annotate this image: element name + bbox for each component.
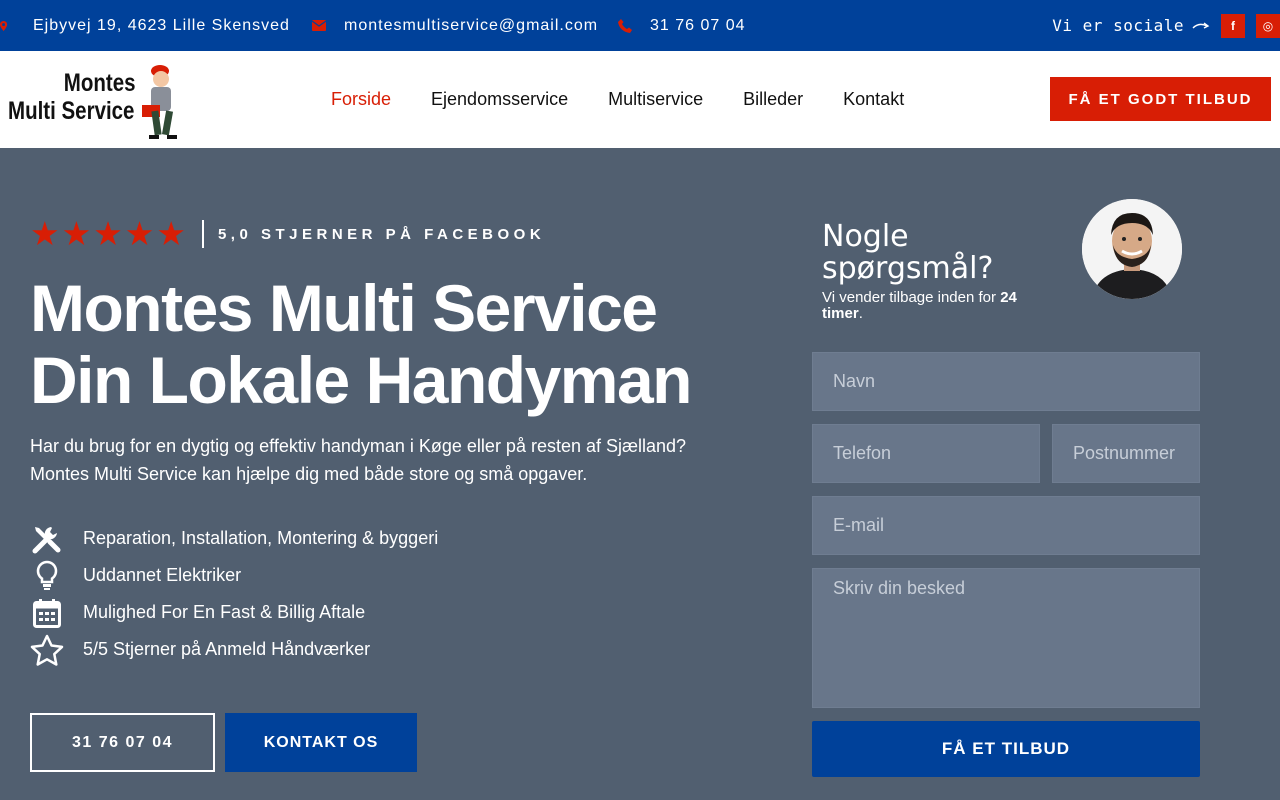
phone-item[interactable]: 31 76 07 04 bbox=[618, 17, 746, 35]
form-subtitle: Vi vender tilbage inden for 24 timer. bbox=[822, 290, 1047, 322]
logo-line-2: Multi Service bbox=[8, 97, 135, 125]
facebook-icon[interactable]: f bbox=[1221, 13, 1245, 38]
nav-billeder[interactable]: Billeder bbox=[743, 89, 803, 110]
contact-button[interactable]: KONTAKT OS bbox=[225, 713, 417, 772]
main-nav: Forside Ejendomsservice Multiservice Bil… bbox=[331, 51, 944, 148]
logo-line-1: Montes bbox=[63, 69, 136, 97]
feature-text: Reparation, Installation, Montering & by… bbox=[83, 528, 439, 548]
form-title-line-1: Nogle bbox=[822, 219, 909, 254]
phone-icon bbox=[618, 18, 632, 33]
logo[interactable]: Montes Multi Service bbox=[8, 63, 183, 141]
hero-title-line-1: Montes Multi Service bbox=[30, 271, 658, 345]
hero-description-line-2: Montes Multi Service kan hjælpe dig med … bbox=[30, 464, 588, 484]
arrow-icon bbox=[1192, 21, 1210, 29]
list-item: 5/5 Stjerner på Anmeld Håndværker bbox=[30, 631, 438, 668]
avatar bbox=[1082, 199, 1182, 299]
feature-list: Reparation, Installation, Montering & by… bbox=[30, 520, 438, 668]
form-title-line-2: spørgsmål? bbox=[822, 251, 994, 286]
handyman-mascot-icon bbox=[142, 65, 177, 139]
form-title: Nogle spørgsmål? bbox=[822, 221, 993, 285]
hero-title-line-2: Din Lokale Handyman bbox=[30, 343, 693, 417]
email-item[interactable]: montesmultiservice@gmail.com bbox=[312, 17, 598, 35]
site-header: Montes Multi Service Forside Ejendomsser… bbox=[0, 51, 1280, 148]
map-pin-icon bbox=[0, 20, 8, 31]
instagram-icon[interactable]: ◎ bbox=[1256, 13, 1280, 38]
hero-description-line-1: Har du brug for en dygtig og effektiv ha… bbox=[30, 436, 687, 456]
phone-field[interactable]: Telefon bbox=[812, 424, 1040, 483]
email-field[interactable]: E-mail bbox=[812, 496, 1200, 555]
calendar-icon bbox=[30, 596, 64, 630]
rating-divider bbox=[201, 220, 204, 248]
star-icon: ★ bbox=[124, 215, 155, 252]
zip-field[interactable]: Postnummer bbox=[1052, 424, 1200, 483]
top-bar: Ejbyvej 19, 4623 Lille Skensved montesmu… bbox=[0, 0, 1280, 51]
nav-multiservice[interactable]: Multiservice bbox=[608, 89, 703, 110]
message-field[interactable]: Skriv din besked bbox=[812, 568, 1200, 708]
list-item: Uddannet Elektriker bbox=[30, 557, 438, 594]
call-button[interactable]: 31 76 07 04 bbox=[30, 713, 215, 772]
star-icon: ★ bbox=[156, 215, 186, 252]
star-icon: ★ bbox=[30, 215, 60, 252]
submit-button[interactable]: FÅ ET TILBUD bbox=[812, 721, 1200, 777]
star-icon: ★ bbox=[93, 215, 123, 252]
rating-row: ★ ★ ★ ★ ★ 5,0 STJERNER PÅ FACEBOOK bbox=[30, 215, 546, 252]
social-label: Vi er sociale bbox=[1052, 16, 1184, 35]
feature-text: Mulighed For En Fast & Billig Aftale bbox=[83, 602, 366, 622]
logo-text: Montes Multi Service bbox=[8, 69, 136, 125]
name-field[interactable]: Navn bbox=[812, 352, 1200, 411]
rating-text: 5,0 STJERNER PÅ FACEBOOK bbox=[217, 225, 546, 243]
feature-text: Uddannet Elektriker bbox=[83, 565, 242, 585]
envelope-icon bbox=[312, 20, 326, 31]
rating-stars: ★ ★ ★ ★ ★ bbox=[30, 215, 188, 252]
get-offer-button[interactable]: FÅ ET GODT TILBUD bbox=[1050, 77, 1271, 121]
nav-forside[interactable]: Forside bbox=[331, 89, 391, 110]
feature-text: 5/5 Stjerner på Anmeld Håndværker bbox=[83, 639, 371, 659]
phone-text[interactable]: 31 76 07 04 bbox=[650, 17, 746, 35]
social-links: Vi er sociale f ◎ bbox=[1052, 0, 1280, 51]
nav-kontakt[interactable]: Kontakt bbox=[843, 89, 904, 110]
form-subtitle-post: . bbox=[858, 305, 863, 322]
star-outline-icon bbox=[30, 633, 64, 667]
email-text[interactable]: montesmultiservice@gmail.com bbox=[344, 17, 598, 35]
lightbulb-icon bbox=[30, 559, 64, 593]
form-subtitle-pre: Vi vender tilbage inden for bbox=[822, 289, 1001, 306]
list-item: Mulighed For En Fast & Billig Aftale bbox=[30, 594, 438, 631]
address-text: Ejbyvej 19, 4623 Lille Skensved bbox=[33, 16, 290, 34]
person-photo bbox=[1082, 199, 1182, 299]
hero-description: Har du brug for en dygtig og effektiv ha… bbox=[30, 432, 730, 488]
star-icon: ★ bbox=[61, 215, 92, 252]
tools-icon bbox=[30, 522, 64, 556]
hero-title: Montes Multi Service Din Lokale Handyman bbox=[30, 271, 693, 417]
address-item: Ejbyvej 19, 4623 Lille Skensved bbox=[0, 17, 290, 35]
nav-ejendomsservice[interactable]: Ejendomsservice bbox=[431, 89, 568, 110]
list-item: Reparation, Installation, Montering & by… bbox=[30, 520, 438, 557]
